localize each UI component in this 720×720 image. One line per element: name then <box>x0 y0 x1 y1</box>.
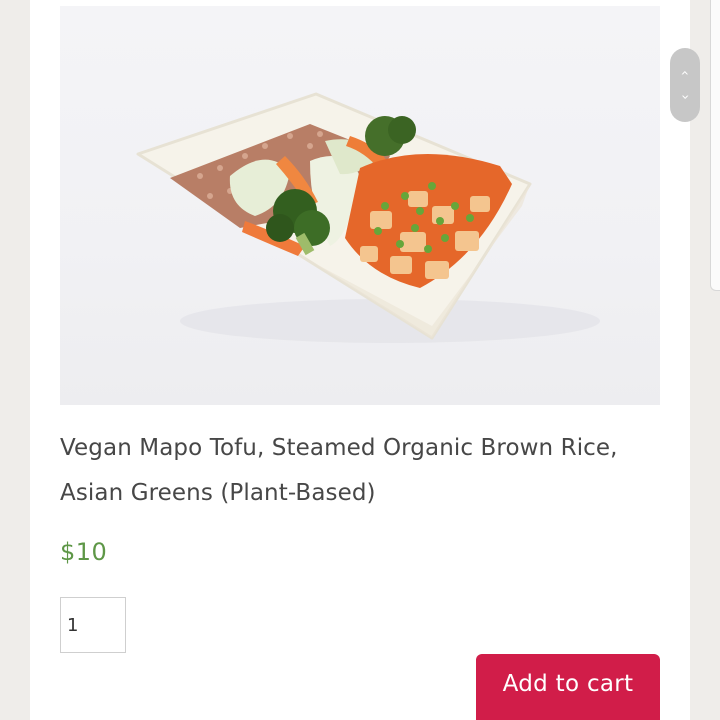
product-price: $10 <box>60 538 108 566</box>
scroll-navigation: › › <box>670 48 700 122</box>
chevron-down-icon[interactable]: › <box>677 94 693 100</box>
side-panel-edge <box>710 0 720 291</box>
chevron-up-icon[interactable]: › <box>677 70 693 76</box>
food-bowl-illustration <box>136 92 600 343</box>
product-image <box>60 6 660 405</box>
quantity-input[interactable] <box>60 597 126 653</box>
product-page: Vegan Mapo Tofu, Steamed Organic Brown R… <box>0 0 720 720</box>
product-title: Vegan Mapo Tofu, Steamed Organic Brown R… <box>60 435 618 506</box>
add-to-cart-button[interactable]: Add to cart <box>476 654 660 720</box>
